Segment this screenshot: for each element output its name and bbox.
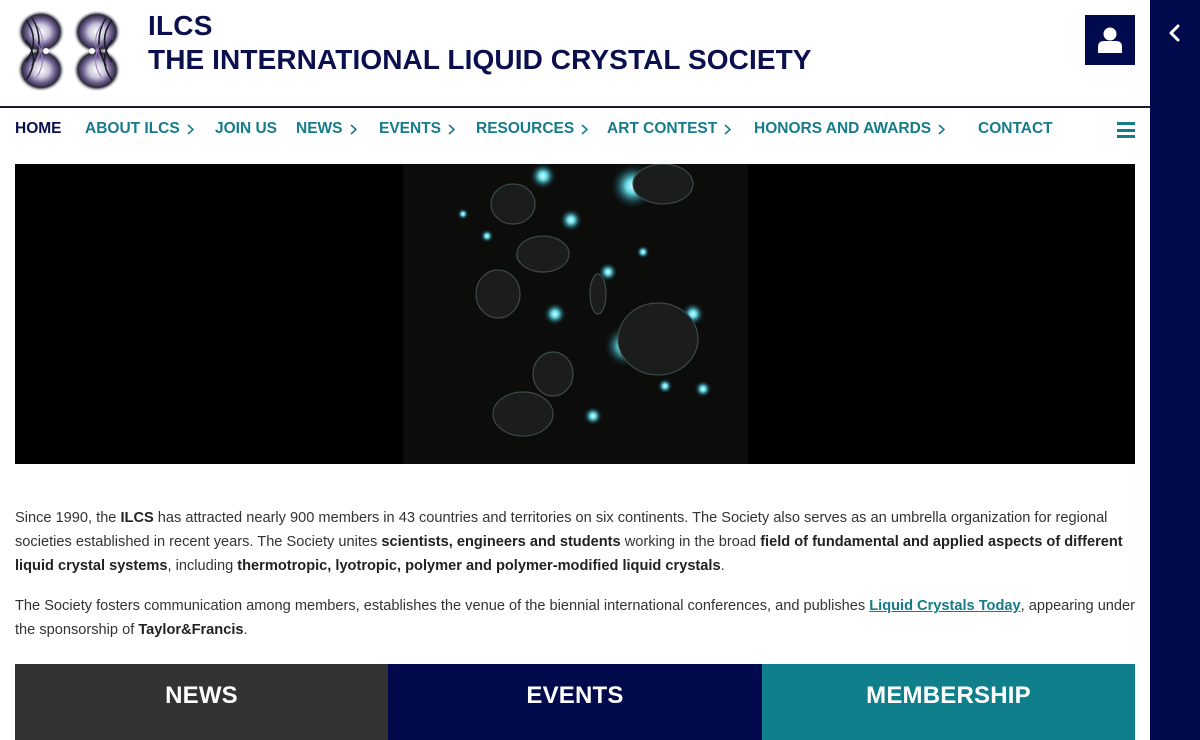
nav-item-contact[interactable]: CONTACT [978,120,1053,138]
text-span: Since 1990, the [15,510,121,526]
user-icon [1098,27,1122,53]
nav-item-news[interactable]: NEWS [296,120,357,138]
bold-text: ILCS [120,510,154,526]
nav-item-about[interactable]: ABOUT ILCS [85,120,194,138]
text-span: . [720,558,725,574]
site-title[interactable]: THE INTERNATIONAL LIQUID CRYSTAL SOCIETY [148,44,812,76]
nav-item-news-label: NEWS [296,120,343,137]
events-tile-label: EVENTS [526,682,624,709]
news-tile-label: NEWS [165,682,238,709]
nav-item-resources[interactable]: RESOURCES [476,120,589,138]
nav-item-honors-awards[interactable]: HONORS AND AWARDS [754,120,946,138]
nav-item-resources-label: RESOURCES [476,120,575,137]
nav-item-join[interactable]: JOIN US [215,120,277,138]
intro-paragraph-2: The Society fosters communication among … [15,594,1135,642]
nav-item-about-label: ABOUT ILCS [85,120,180,137]
bold-text: scientists, engineers and students [381,534,621,550]
nav-item-contact-label: CONTACT [978,120,1053,137]
chevron-right-icon [724,123,732,135]
main-navigation: HOME ABOUT ILCS JOIN US NEWS EVENTS RESO… [0,110,1150,150]
user-account-button[interactable] [1085,15,1135,65]
site-abbreviation[interactable]: ILCS [148,10,213,42]
text-span: . [243,622,248,638]
bold-text: thermotropic, lyotropic, polymer and pol… [237,558,721,574]
chevron-right-icon [448,123,456,135]
nav-item-join-label: JOIN US [215,120,278,137]
text-span: The Society fosters communication among … [15,598,870,614]
intro-paragraph-1: Since 1990, the ILCS has attracted nearl… [15,506,1135,578]
membership-tile-label: MEMBERSHIP [866,682,1031,709]
events-tile[interactable]: EVENTS [388,664,762,740]
bold-text: Taylor&Francis [138,622,244,638]
chevron-right-icon [938,123,946,135]
liquid-crystals-today-link[interactable]: Liquid Crystals Today [869,598,1020,614]
side-panel [1150,0,1200,740]
liquid-crystal-micrograph-image [403,164,748,464]
nav-item-home[interactable]: HOME [15,120,62,138]
chevron-right-icon [581,123,589,135]
chevron-right-icon [187,123,194,135]
nav-item-honors-awards-label: HONORS AND AWARDS [754,120,932,137]
hamburger-menu-icon[interactable] [1117,122,1135,138]
nav-item-events[interactable]: EVENTS [379,120,456,138]
membership-tile[interactable]: MEMBERSHIP [762,664,1135,740]
intro-text: Since 1990, the ILCS has attracted nearl… [15,506,1135,658]
news-tile[interactable]: NEWS [15,664,388,740]
nav-item-art-contest-label: ART CONTEST [607,120,718,137]
text-span: , including [167,558,238,574]
nav-item-art-contest[interactable]: ART CONTEST [607,120,732,138]
hero-banner [15,164,1135,464]
liquid-crystal-logo-icon[interactable] [16,10,122,92]
text-span: working in the broad [620,534,761,550]
site-header: ILCS THE INTERNATIONAL LIQUID CRYSTAL SO… [0,0,1150,108]
chevron-left-icon[interactable] [1167,22,1183,44]
chevron-right-icon [349,123,357,135]
nav-item-home-label: HOME [15,120,62,137]
nav-item-events-label: EVENTS [379,120,442,137]
